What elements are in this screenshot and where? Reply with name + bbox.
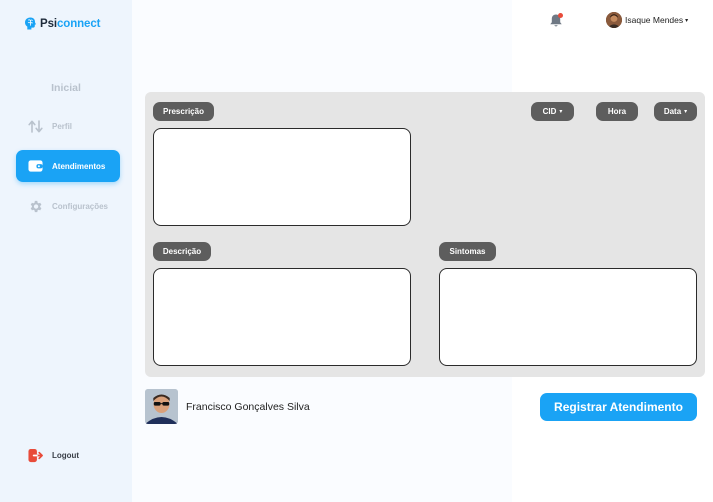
sintomas-label: Sintomas	[439, 242, 496, 261]
data-dropdown[interactable]: Data ▾	[654, 102, 697, 121]
app-logo[interactable]: Psiconnect	[24, 16, 100, 31]
gear-icon	[28, 199, 43, 214]
chevron-down-icon: ▾	[685, 17, 689, 24]
arrows-swap-icon	[28, 119, 43, 134]
user-avatar	[606, 12, 622, 28]
sidebar-item-label: Atendimentos	[52, 161, 106, 171]
sidebar-item-perfil[interactable]: Perfil	[16, 110, 120, 142]
logo-text-connect: connect	[56, 17, 101, 30]
cid-dropdown[interactable]: CID ▾	[531, 102, 574, 121]
descricao-textarea[interactable]	[153, 268, 411, 366]
hora-button[interactable]: Hora	[596, 102, 638, 121]
sidebar	[0, 0, 132, 502]
logout-button[interactable]: Logout	[16, 439, 120, 471]
cid-dropdown-label: CID	[542, 107, 557, 116]
chevron-down-icon: ▾	[684, 109, 688, 115]
nav-heading-inicial[interactable]: Inicial	[0, 82, 132, 94]
user-menu[interactable]: Isaque Mendes ▾	[606, 12, 688, 28]
wallet-icon	[28, 159, 43, 174]
data-dropdown-label: Data	[663, 107, 682, 116]
prescricao-textarea[interactable]	[153, 128, 411, 226]
prescricao-label: Prescrição	[153, 102, 214, 121]
sidebar-item-configuracoes[interactable]: Configurações	[16, 190, 120, 222]
brain-icon	[25, 17, 36, 30]
logout-label: Logout	[52, 450, 80, 460]
user-name: Isaque Mendes	[625, 15, 684, 25]
descricao-label: Descrição	[153, 242, 211, 261]
sintomas-textarea[interactable]	[439, 268, 697, 366]
logo-text-psi: Psi	[40, 17, 57, 30]
chevron-down-icon: ▾	[559, 109, 563, 115]
sidebar-item-atendimentos[interactable]: Atendimentos	[16, 150, 120, 182]
notification-button[interactable]	[549, 13, 563, 28]
sidebar-item-label: Configurações	[52, 201, 109, 211]
patient-avatar	[145, 389, 178, 424]
patient-name: Francisco Gonçalves Silva	[186, 400, 310, 413]
notification-dot	[558, 13, 563, 18]
sidebar-item-label: Perfil	[52, 121, 73, 131]
logout-icon	[28, 448, 43, 463]
register-appointment-button[interactable]: Registrar Atendimento	[540, 393, 697, 421]
patient-info: Francisco Gonçalves Silva	[145, 389, 310, 424]
